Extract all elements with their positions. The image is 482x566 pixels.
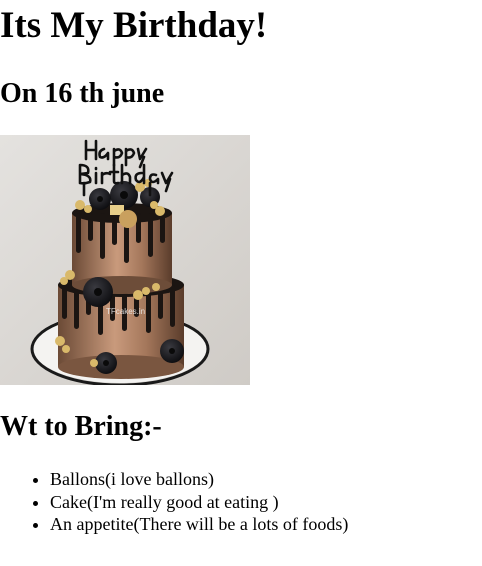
list-item: Ballons(i love ballons) (50, 468, 348, 491)
image-watermark: TFcakes.in (106, 307, 145, 316)
what-to-bring-heading: Wt to Bring:- (0, 411, 162, 442)
page-title: Its My Birthday! (0, 5, 268, 46)
date-heading: On 16 th june (0, 78, 165, 109)
list-item: Cake(I'm really good at eating ) (50, 491, 348, 514)
birthday-cake-image: TFcakes.in (0, 135, 250, 385)
bring-list: Ballons(i love ballons) Cake(I'm really … (0, 468, 348, 536)
list-item: An appetite(There will be a lots of food… (50, 513, 348, 536)
